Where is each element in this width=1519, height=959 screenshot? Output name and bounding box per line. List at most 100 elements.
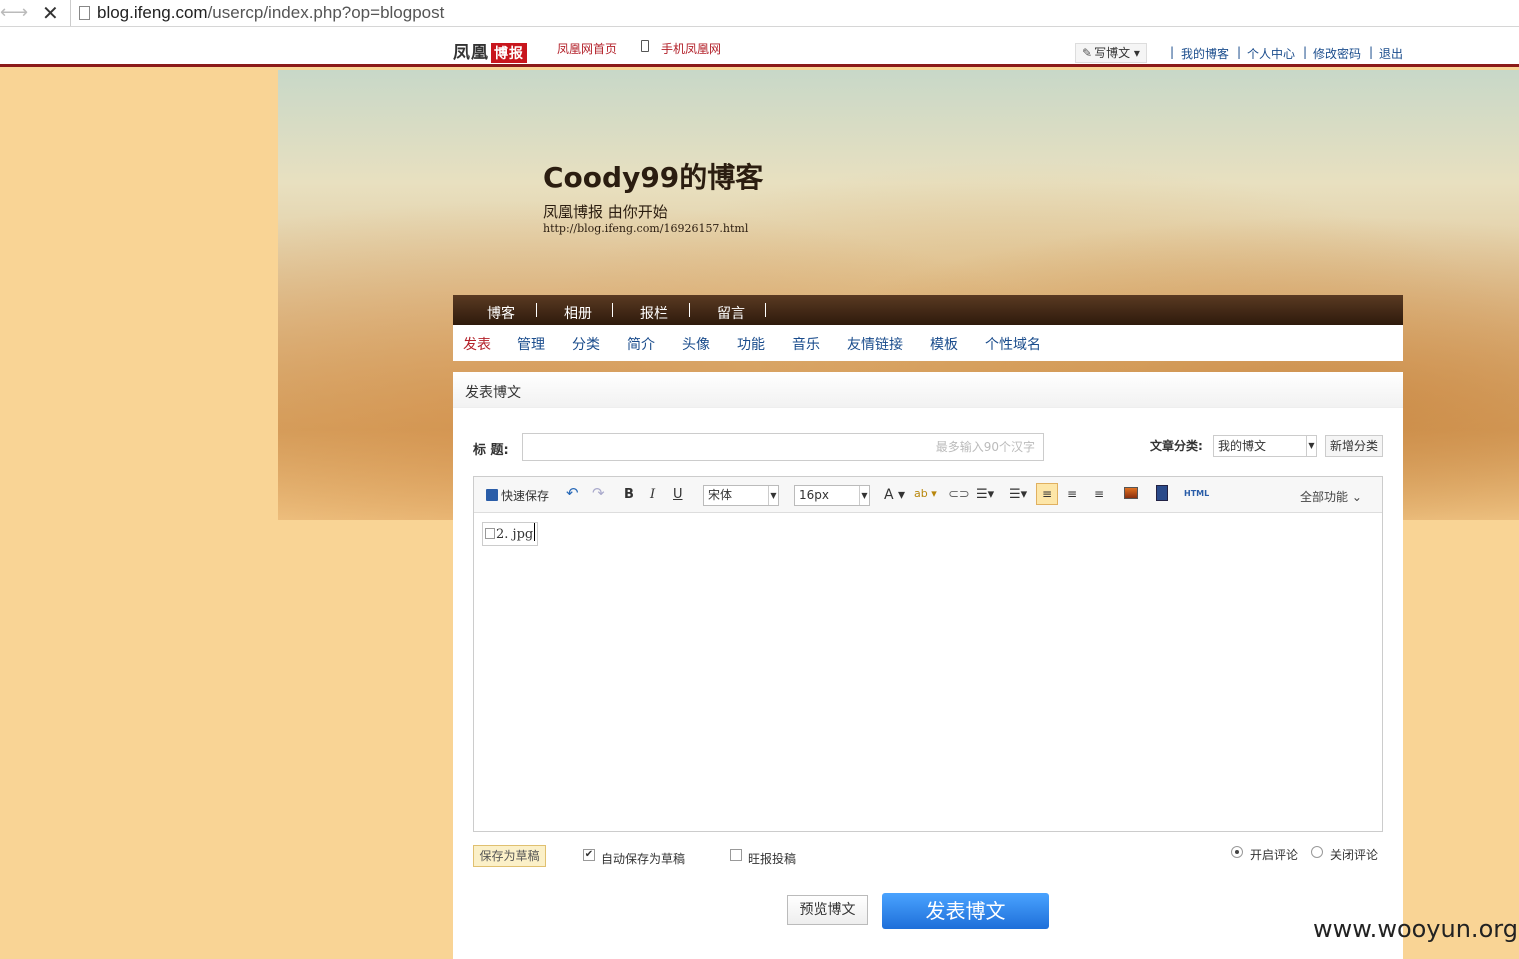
italic-button[interactable]: I xyxy=(650,487,655,502)
category-label: 文章分类: xyxy=(1150,439,1203,453)
link-icon[interactable]: ⊂⊃ xyxy=(948,487,970,502)
broken-image[interactable]: 2. jpg xyxy=(482,522,539,546)
nav-divider xyxy=(612,303,613,317)
watermark: www.wooyun.org xyxy=(1313,915,1518,943)
font-family-select[interactable]: 宋体 ▼ xyxy=(703,485,779,506)
category-select[interactable]: 我的博文 ▼ xyxy=(1213,435,1317,457)
blog-sub-nav: 发表 管理 分类 简介 头像 功能 音乐 友情链接 模板 个性域名 xyxy=(453,325,1403,361)
ifeng-home-link[interactable]: 凤凰网首页 xyxy=(557,40,617,57)
highlight-color-button[interactable]: ab ▾ xyxy=(914,487,937,500)
separator: | xyxy=(1170,45,1175,59)
title-input[interactable] xyxy=(523,434,1043,460)
disable-comments-radio[interactable] xyxy=(1311,846,1323,858)
subnav-features[interactable]: 功能 xyxy=(737,334,765,354)
my-blog-link[interactable]: 我的博客 xyxy=(1181,45,1229,62)
subnav-custom-domain[interactable]: 个性域名 xyxy=(985,334,1041,354)
ordered-list-icon[interactable]: ☰▾ xyxy=(976,487,994,502)
font-family-value: 宋体 xyxy=(708,488,733,502)
subnav-music[interactable]: 音乐 xyxy=(792,334,820,354)
underline-button[interactable]: U xyxy=(673,487,683,502)
subnav-friend-links[interactable]: 友情链接 xyxy=(847,334,903,354)
logout-link[interactable]: 退出 xyxy=(1379,45,1403,62)
rich-text-editor: 快速保存 ↶ ↷ B I U 宋体 ▼ 16px ▼ A ▾ ab ▾ ⊂⊃ ☰… xyxy=(473,476,1383,832)
url-field[interactable]: blog.ifeng.com/usercp/index.php?op=blogp… xyxy=(70,0,1519,26)
align-left-icon[interactable]: ≡ xyxy=(1036,483,1058,505)
nav-guestbook[interactable]: 留言 xyxy=(717,303,745,323)
font-color-icon: A xyxy=(884,487,894,503)
browser-address-bar: ← → ✕ blog.ifeng.com/usercp/index.php?op… xyxy=(0,0,1519,27)
editor-content-area[interactable]: 2. jpg xyxy=(474,514,1382,831)
subnav-template[interactable]: 模板 xyxy=(930,334,958,354)
editor-toolbar: 快速保存 ↶ ↷ B I U 宋体 ▼ 16px ▼ A ▾ ab ▾ ⊂⊃ ☰… xyxy=(474,477,1382,513)
broken-image-icon xyxy=(485,528,495,539)
subnav-category[interactable]: 分类 xyxy=(572,334,600,354)
preview-button[interactable]: 预览博文 xyxy=(787,895,868,925)
auto-save-label: 自动保存为草稿 xyxy=(601,852,686,866)
enable-comments-label: 开启评论 xyxy=(1250,848,1299,862)
align-right-icon[interactable]: ≡ xyxy=(1094,487,1104,501)
url-host: blog.ifeng.com xyxy=(97,3,208,22)
image-alt-text: 2. jpg xyxy=(496,527,534,542)
publish-button[interactable]: 发表博文 xyxy=(882,893,1049,929)
wangbao-checkbox[interactable] xyxy=(730,849,742,861)
panel-header: 发表博文 xyxy=(453,372,1403,408)
font-size-value: 16px xyxy=(799,488,829,502)
redo-icon[interactable]: ↷ xyxy=(592,484,605,502)
nav-divider xyxy=(689,303,690,317)
bold-button[interactable]: B xyxy=(624,487,634,502)
font-color-button[interactable]: A ▾ xyxy=(884,487,905,503)
html-mode-button[interactable]: HTML xyxy=(1184,489,1209,498)
chevron-down-icon: ▼ xyxy=(1306,436,1316,456)
unordered-list-icon[interactable]: ☰▾ xyxy=(1009,487,1027,502)
all-functions-button[interactable]: 全部功能 ⌄ xyxy=(1300,488,1362,505)
title-label: 标 题: xyxy=(473,443,509,458)
all-functions-label: 全部功能 xyxy=(1300,490,1349,504)
title-field[interactable] xyxy=(522,433,1044,461)
quick-save-label: 快速保存 xyxy=(501,489,550,503)
ifeng-logo[interactable]: 凤凰 博报 xyxy=(453,38,527,63)
user-center-link[interactable]: 个人中心 xyxy=(1247,45,1295,62)
nav-album[interactable]: 相册 xyxy=(564,303,592,323)
mobile-ifeng-link[interactable]: 手机凤凰网 xyxy=(661,40,721,57)
separator: | xyxy=(1303,45,1308,59)
separator: | xyxy=(1369,45,1374,59)
url-path: /usercp/index.php?op=blogpost xyxy=(207,3,445,22)
nav-divider xyxy=(765,303,766,317)
change-password-link[interactable]: 修改密码 xyxy=(1313,45,1361,62)
undo-icon[interactable]: ↶ xyxy=(566,484,579,502)
nav-blog[interactable]: 博客 xyxy=(487,303,515,323)
disable-comments-label: 关闭评论 xyxy=(1330,848,1379,862)
align-center-icon[interactable]: ≡ xyxy=(1067,487,1077,501)
blog-url[interactable]: http://blog.ifeng.com/16926157.html xyxy=(543,222,748,235)
separator: | xyxy=(1237,45,1242,59)
phone-icon xyxy=(641,40,649,52)
insert-image-icon[interactable] xyxy=(1124,487,1138,499)
font-size-select[interactable]: 16px ▼ xyxy=(794,485,870,506)
blog-title[interactable]: Coody99的博客 xyxy=(543,156,763,196)
quick-save-button[interactable]: 快速保存 xyxy=(486,487,549,504)
subnav-intro[interactable]: 简介 xyxy=(627,334,655,354)
new-category-button[interactable]: 新增分类 xyxy=(1325,435,1383,457)
blog-subtitle: 凤凰博报 由你开始 xyxy=(543,203,668,221)
panel-title: 发表博文 xyxy=(465,385,521,401)
post-editor-panel: 发表博文 标 题: 文章分类: 我的博文 ▼ 新增分类 快速保存 ↶ ↷ B I… xyxy=(453,372,1403,959)
highlight-icon: ab xyxy=(914,487,928,500)
write-post-label: 写博文 xyxy=(1094,46,1131,60)
stop-icon[interactable]: ✕ xyxy=(42,2,59,24)
insert-video-icon[interactable] xyxy=(1156,485,1168,501)
nav-divider xyxy=(536,303,537,317)
forward-arrow-icon[interactable]: → xyxy=(13,2,28,24)
write-post-button[interactable]: ✎ 写博文 ▾ xyxy=(1075,43,1147,63)
subnav-post[interactable]: 发表 xyxy=(463,334,491,354)
category-value: 我的博文 xyxy=(1218,439,1267,453)
save-icon xyxy=(486,489,498,501)
chevron-down-icon: ▼ xyxy=(859,486,869,505)
subnav-avatar[interactable]: 头像 xyxy=(682,334,710,354)
chevron-down-icon: ▼ xyxy=(768,486,778,505)
subnav-manage[interactable]: 管理 xyxy=(517,334,545,354)
auto-save-checkbox[interactable]: ✔ xyxy=(583,849,595,861)
nav-column[interactable]: 报栏 xyxy=(640,303,668,323)
logo-badge: 博报 xyxy=(491,43,527,63)
save-draft-button[interactable]: 保存为草稿 xyxy=(473,845,546,867)
enable-comments-radio[interactable] xyxy=(1231,846,1243,858)
